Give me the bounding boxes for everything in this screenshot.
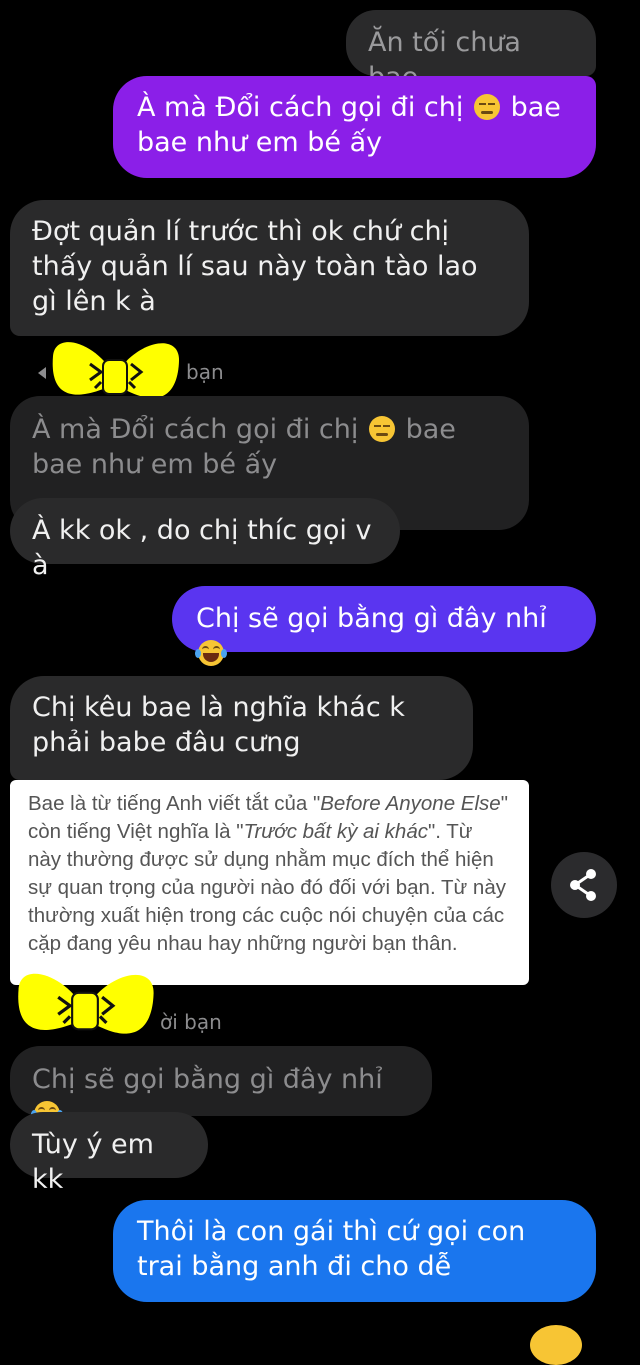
card-text: Bae là từ tiếng Anh viết tắt của " [28, 792, 321, 815]
received-message-anything[interactable]: Tùy ý em kk [10, 1112, 208, 1195]
message-text: À kk ok , do chị thíc gọi v à [32, 515, 372, 581]
reply-label: bạn [186, 360, 224, 384]
sent-message-change-name[interactable]: À mà Đổi cách gọi đi chị bae bae như em … [113, 76, 596, 178]
seen-reaction-icon [530, 1325, 582, 1365]
message-text: Chị kêu bae là nghĩa khác k phải babe đâ… [32, 692, 405, 758]
message-text: Đợt quản lí trước thì ok chứ chị thấy qu… [32, 216, 478, 317]
share-icon [570, 869, 596, 901]
message-text: Thôi là con gái thì cứ gọi con trai bằng… [137, 1216, 526, 1282]
definition-image-card[interactable]: Bae là từ tiếng Anh viết tắt của "Before… [10, 780, 529, 985]
sent-message-call-anh[interactable]: Thôi là con gái thì cứ gọi con trai bằng… [113, 1200, 596, 1302]
reply-label: ời bạn [160, 1010, 222, 1034]
message-text: Chị sẽ gọi bằng gì đây nhỉ [196, 603, 547, 634]
face-with-tears-of-joy-icon [195, 640, 227, 666]
quoted-text: À mà Đổi cách gọi đi chị [32, 414, 359, 445]
expressionless-face-icon [473, 94, 500, 120]
sent-message-dinner[interactable]: Ăn tối chưa bae [346, 10, 596, 93]
quoted-message[interactable]: Chị sẽ gọi bằng gì đây nhỉ [10, 1046, 432, 1127]
share-button[interactable] [551, 852, 617, 918]
received-message-bae-meaning[interactable]: Chị kêu bae là nghĩa khác k phải babe đâ… [10, 676, 473, 780]
yellow-bow-sticker [18, 973, 154, 1034]
received-message-reply[interactable]: À kk ok , do chị thíc gọi v à [10, 498, 400, 581]
received-message-manager[interactable]: Đợt quản lí trước thì ok chứ chị thấy qu… [10, 200, 529, 336]
sent-message-what-to-call[interactable]: Chị sẽ gọi bằng gì đây nhỉ [172, 586, 596, 666]
quoted-text: Chị sẽ gọi bằng gì đây nhỉ [32, 1064, 383, 1095]
expressionless-face-icon [368, 416, 395, 442]
message-text: À mà Đổi cách gọi đi chị [137, 92, 464, 123]
card-italic-translation: Trước bất kỳ ai khác [243, 820, 428, 843]
message-text: Tùy ý em kk [32, 1129, 154, 1195]
card-italic-term: Before Anyone Else [320, 792, 501, 815]
